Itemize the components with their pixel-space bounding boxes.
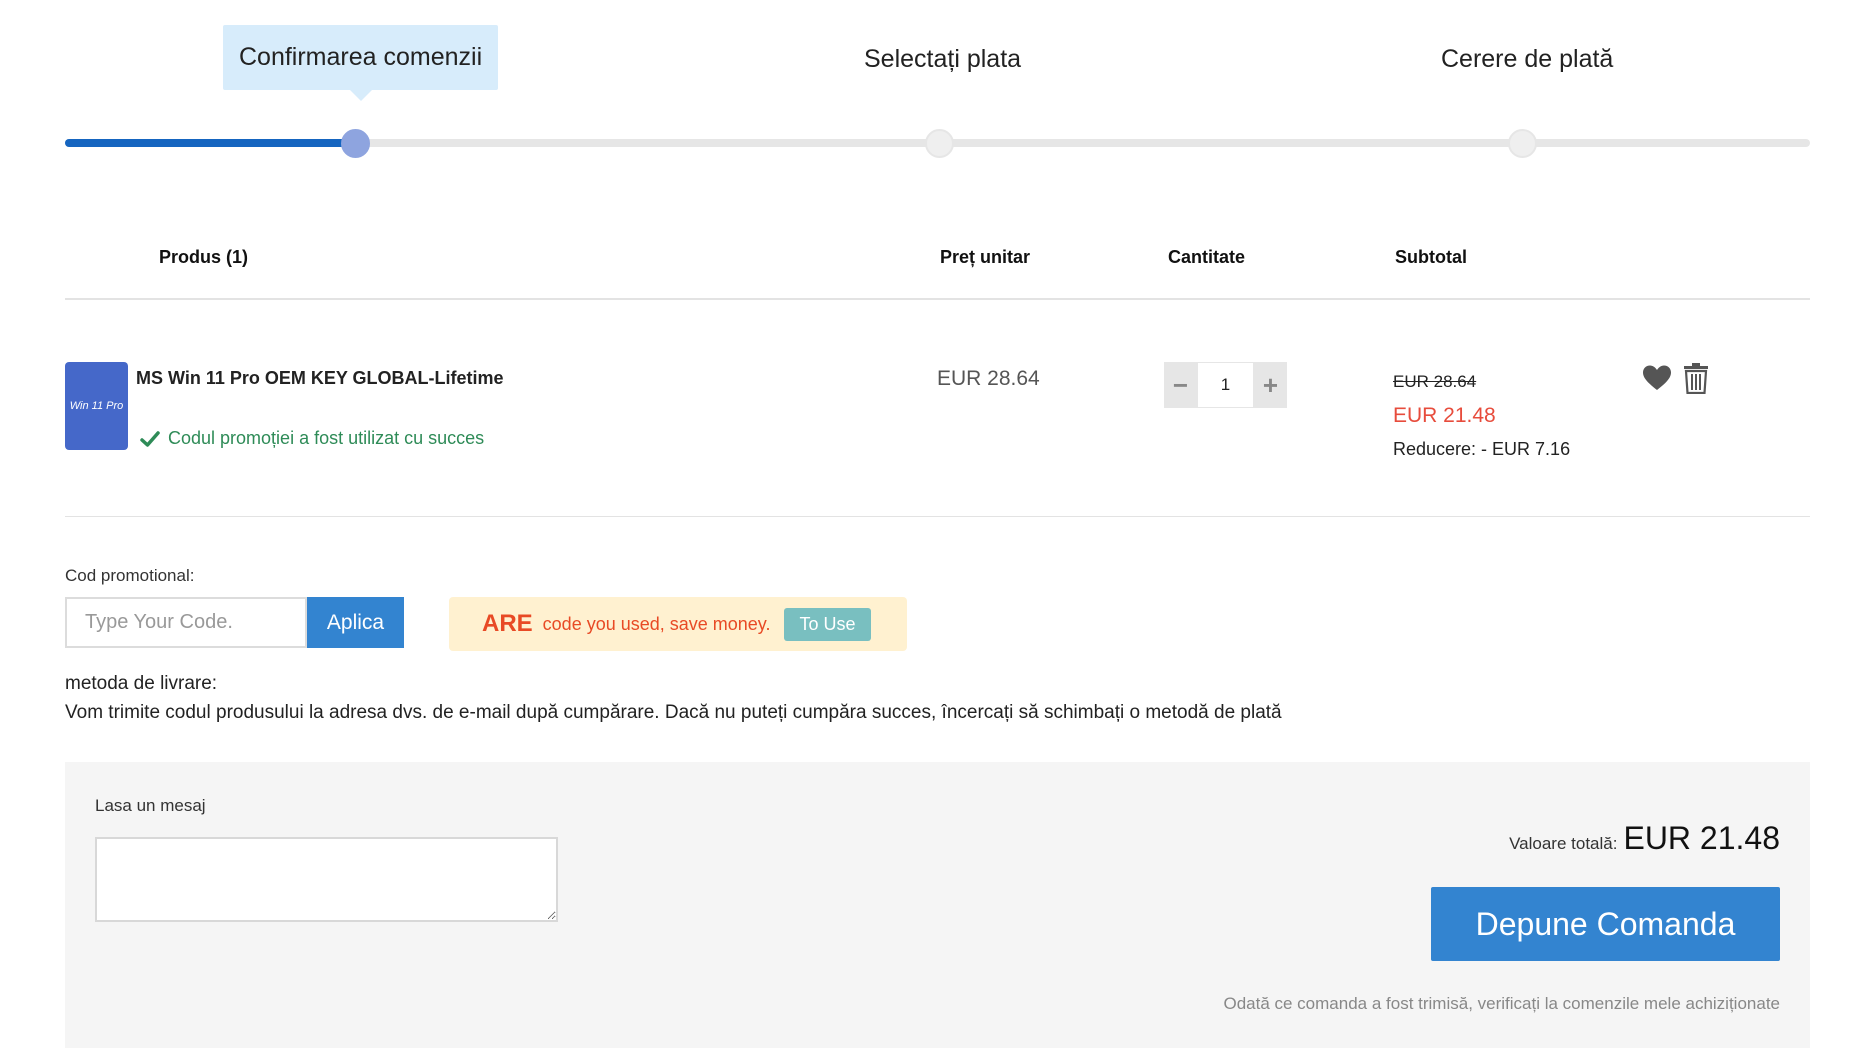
discounted-price: EUR 21.48 <box>1393 404 1496 427</box>
heart-icon[interactable] <box>1642 364 1672 392</box>
unit-price: EUR 28.64 <box>937 367 1040 390</box>
submit-order-button[interactable]: Depune Comanda <box>1431 887 1780 961</box>
checkout-stepper: Confirmarea comenzii Selectați plata Cer… <box>0 0 1875 180</box>
header-subtotal: Subtotal <box>1395 247 1467 267</box>
header-product: Produs (1) <box>159 247 249 267</box>
step-confirm-order: Confirmarea comenzii <box>223 25 499 101</box>
order-summary-panel: Lasa un mesaj Valoare totală: EUR 21.48 … <box>65 762 1810 1048</box>
promo-success-text: Codul promoției a fost utilizat cu succe… <box>168 428 485 448</box>
quantity-stepper: − 1 + <box>1164 362 1287 408</box>
discount-amount: Reducere: - EUR 7.16 <box>1393 439 1571 459</box>
row-divider <box>65 516 1810 517</box>
order-total: Valoare totală: EUR 21.48 <box>1509 820 1780 857</box>
promo-code-input[interactable] <box>65 597 307 648</box>
apply-promo-button[interactable]: Aplica <box>307 597 404 648</box>
order-note: Odată ce comanda a fost trimisă, verific… <box>1223 994 1780 1013</box>
promo-code-label: Cod promotional: <box>65 566 195 585</box>
coupon-code: ARE <box>482 610 533 637</box>
product-thumbnail-text: Win 11 Pro <box>69 400 124 412</box>
coupon-text: code you used, save money. <box>542 613 771 634</box>
use-coupon-button[interactable]: To Use <box>784 607 871 641</box>
step-dot-2 <box>925 129 954 158</box>
shipping-method-text: Vom trimite codul produsului la adresa d… <box>65 702 1282 723</box>
header-divider <box>65 298 1810 300</box>
checkout-page: Confirmarea comenzii Selectați plata Cer… <box>0 0 1875 1048</box>
step-payment-request: Cerere de plată <box>1441 45 1614 73</box>
quantity-input[interactable]: 1 <box>1197 362 1254 408</box>
shipping-method-title: metoda de livrare: <box>65 673 218 694</box>
step-dot-1 <box>341 129 370 158</box>
quantity-increase-button[interactable]: + <box>1254 362 1287 408</box>
header-quantity: Cantitate <box>1168 247 1246 267</box>
promo-success-message: Codul promoției a fost utilizat cu succe… <box>140 428 484 449</box>
message-label: Lasa un mesaj <box>95 796 206 815</box>
original-price: EUR 28.64 <box>1393 372 1477 391</box>
progress-fill <box>65 139 355 147</box>
product-thumbnail[interactable]: Win 11 Pro <box>65 362 128 450</box>
total-value: EUR 21.48 <box>1623 820 1780 856</box>
trash-icon[interactable] <box>1683 362 1709 394</box>
product-name[interactable]: MS Win 11 Pro OEM KEY GLOBAL-Lifetime <box>136 368 504 389</box>
header-unit-price: Preț unitar <box>940 247 1031 267</box>
quantity-decrease-button[interactable]: − <box>1164 362 1197 408</box>
step-select-payment: Selectați plata <box>864 45 1022 73</box>
coupon-suggestion: ARE code you used, save money. To Use <box>449 597 907 651</box>
check-icon <box>140 430 160 447</box>
step-dot-3 <box>1508 129 1537 158</box>
message-textarea[interactable] <box>95 837 558 922</box>
total-label: Valoare totală: <box>1509 834 1618 853</box>
